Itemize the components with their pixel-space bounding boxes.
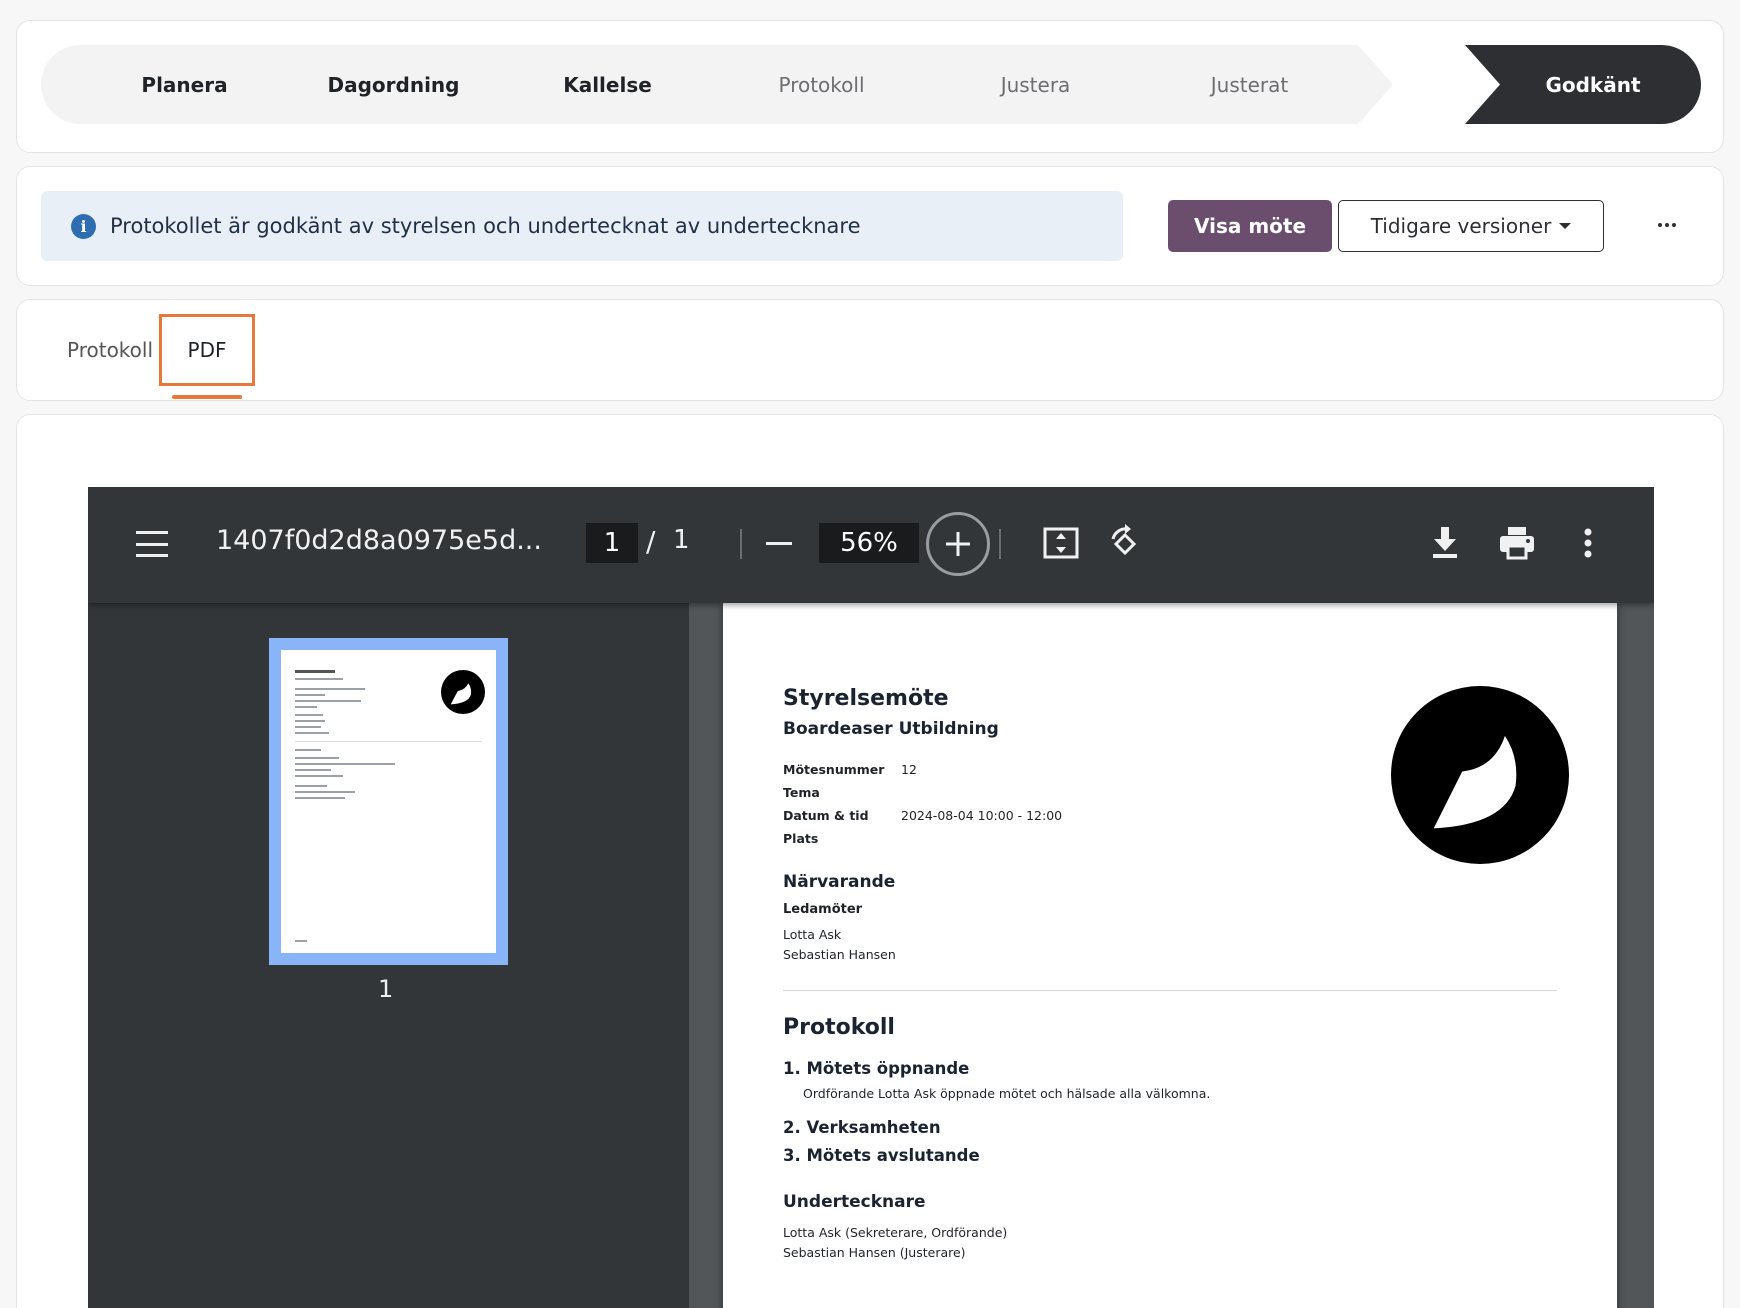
signer-name: Lotta Ask (Sekreterare, Ordförande) — [783, 1225, 1008, 1240]
member-name: Lotta Ask — [783, 927, 842, 942]
thumbnail-page-number: 1 — [378, 975, 394, 1003]
view-meeting-button[interactable]: Visa möte — [1168, 200, 1332, 252]
total-pages: 1 — [673, 525, 690, 555]
pdf-page: Styrelsemöte Boardeaser Utbildning Mötes… — [723, 603, 1617, 1308]
step-label: Kallelse — [563, 72, 652, 97]
step-justerat[interactable]: Justerat — [1106, 45, 1393, 124]
thumbnail-logo-icon — [441, 670, 485, 714]
meta-row: Plats — [783, 831, 901, 846]
previous-versions-label: Tidigare versioner — [1370, 214, 1552, 238]
download-icon[interactable] — [1423, 521, 1467, 565]
section-divider — [783, 990, 1557, 991]
meta-row: Mötesnummer 12 — [783, 762, 917, 777]
meta-label: Tema — [783, 785, 820, 800]
boardeaser-logo-icon — [1391, 686, 1569, 864]
more-vertical-icon[interactable] — [1566, 521, 1610, 565]
meta-label: Datum & tid — [783, 808, 869, 823]
page-number-input[interactable]: 1 — [586, 523, 638, 563]
protocol-heading: Protokoll — [783, 1015, 895, 1040]
print-icon[interactable] — [1495, 521, 1539, 565]
step-label: Dagordning — [327, 72, 460, 97]
step-label: Protokoll — [778, 72, 865, 97]
signer-name: Sebastian Hansen (Justerare) — [783, 1245, 966, 1260]
meta-label: Plats — [783, 831, 819, 846]
thumbnail-page — [281, 650, 496, 953]
zoom-in-icon[interactable] — [926, 512, 990, 576]
page-separator: / — [646, 525, 656, 558]
tabs-card: Protokoll PDF — [16, 299, 1724, 401]
agenda-item-title: 2. Verksamheten — [783, 1118, 941, 1137]
info-message: Protokollet är godkänt av styrelsen och … — [110, 214, 861, 238]
members-heading: Ledamöter — [783, 902, 863, 917]
meta-row: Datum & tid 2024-08-04 10:00 - 12:00 — [783, 808, 1062, 823]
step-godkant[interactable]: Godkänt — [1465, 45, 1701, 124]
meta-label: Mötesnummer — [783, 762, 885, 777]
fit-page-icon[interactable] — [1039, 521, 1083, 565]
more-horizontal-icon[interactable] — [1647, 207, 1687, 243]
agenda-item-text: Ordförande Lotta Ask öppnade mötet och h… — [803, 1086, 1211, 1101]
caret-down-icon — [1559, 223, 1572, 229]
agenda-item-title: 3. Mötets avslutande — [783, 1146, 980, 1165]
info-icon: i — [71, 213, 96, 239]
meta-value: 2024-08-04 10:00 - 12:00 — [901, 808, 1063, 823]
pdf-viewer: 1407f0d2d8a0975e5d... 1 / 1 56% 1 Styrel… — [88, 487, 1654, 1308]
meta-row: Tema — [783, 785, 901, 800]
step-label: Justerat — [1210, 72, 1289, 97]
pdf-file-name: 1407f0d2d8a0975e5d... — [216, 525, 542, 556]
previous-versions-dropdown[interactable]: Tidigare versioner — [1338, 200, 1604, 252]
document-title: Styrelsemöte — [783, 686, 949, 711]
signers-heading: Undertecknare — [783, 1192, 926, 1212]
step-label: Planera — [141, 72, 228, 97]
member-name: Sebastian Hansen — [783, 947, 896, 962]
step-label: Godkänt — [1545, 72, 1641, 97]
thumbnail-sidebar: 1 — [88, 603, 689, 1308]
pdf-card: 1407f0d2d8a0975e5d... 1 / 1 56% 1 Styrel… — [16, 414, 1724, 1308]
agenda-item-title: 1. Mötets öppnande — [783, 1059, 970, 1078]
toolbar-divider — [740, 529, 742, 559]
meta-value: 12 — [901, 762, 917, 777]
workflow-stepper: Planera Dagordning Kallelse Protokoll Ju… — [41, 45, 1701, 124]
tab-protokoll[interactable]: Protokoll — [67, 314, 153, 386]
zoom-out-icon[interactable] — [766, 542, 792, 545]
toolbar-divider — [999, 529, 1001, 559]
tab-pdf[interactable]: PDF — [159, 314, 255, 386]
active-tab-indicator — [172, 395, 242, 399]
rotate-icon[interactable] — [1101, 521, 1145, 565]
zoom-input[interactable]: 56% — [819, 523, 919, 563]
pdf-toolbar: 1407f0d2d8a0975e5d... 1 / 1 56% — [88, 487, 1654, 603]
info-banner: i Protokollet är godkänt av styrelsen oc… — [41, 191, 1123, 261]
page-thumbnail[interactable] — [269, 638, 508, 965]
attendance-heading: Närvarande — [783, 872, 896, 892]
menu-icon[interactable] — [136, 531, 168, 557]
document-subtitle: Boardeaser Utbildning — [783, 719, 999, 739]
step-label: Justera — [1000, 72, 1071, 97]
status-card: i Protokollet är godkänt av styrelsen oc… — [16, 166, 1724, 286]
progress-card: Planera Dagordning Kallelse Protokoll Ju… — [16, 20, 1724, 153]
